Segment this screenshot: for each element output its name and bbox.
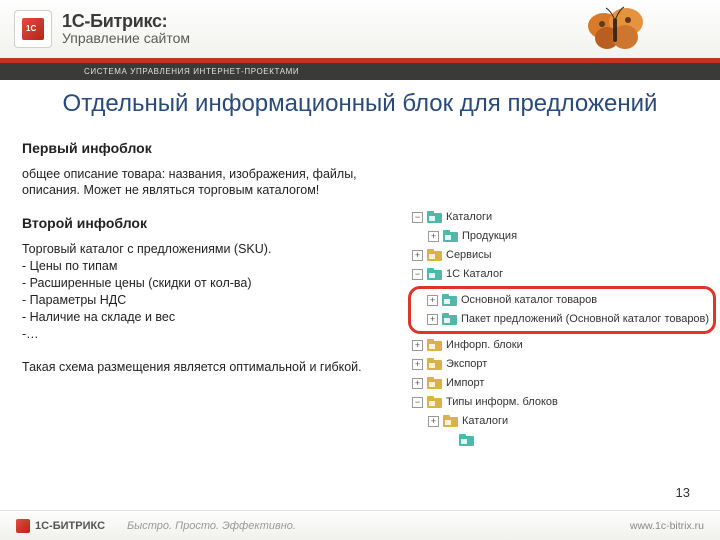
folder-icon: [443, 230, 458, 243]
logo-cube-icon: [22, 18, 44, 40]
brand-top: 1С-Битрикс:: [62, 12, 190, 31]
tree-label: Продукция: [462, 230, 517, 242]
sub-bar: СИСТЕМА УПРАВЛЕНИЯ ИНТЕРНЕТ-ПРОЕКТАМИ: [0, 63, 720, 80]
tree-label: Каталоги: [462, 415, 508, 427]
tree-row[interactable]: [412, 431, 712, 450]
folder-icon: [427, 377, 442, 390]
tree-label: Импорт: [446, 377, 484, 389]
paragraph-first: общее описание товара: названия, изображ…: [22, 166, 402, 200]
footer-logo: 1С-БИТРИКС: [16, 519, 105, 533]
folder-icon: [427, 211, 442, 224]
content-area: Первый инфоблок общее описание товара: н…: [0, 136, 720, 450]
tree-label: Основной каталог товаров: [461, 294, 597, 306]
collapse-icon[interactable]: −: [412, 269, 423, 280]
tree-label: Инфорп. блоки: [446, 339, 523, 351]
tree-row[interactable]: + Пакет предложений (Основной каталог тов…: [411, 310, 709, 329]
footer-bar: 1С-БИТРИКС Быстро. Просто. Эффективно. w…: [0, 510, 720, 540]
folder-icon: [427, 249, 442, 262]
tree-row[interactable]: − 1С Каталог: [412, 265, 712, 284]
tree-label: Типы информ. блоков: [446, 396, 558, 408]
tree-label: Экспорт: [446, 358, 487, 370]
folder-icon: [427, 268, 442, 281]
folder-icon: [427, 339, 442, 352]
footer-tagline: Быстро. Просто. Эффективно.: [127, 520, 296, 532]
tree-label: Пакет предложений (Основной каталог това…: [461, 313, 709, 325]
tree-row[interactable]: + Основной каталог товаров: [411, 291, 709, 310]
paragraph-summary: Такая схема размещения является оптималь…: [22, 359, 402, 376]
logo-box: [14, 10, 52, 48]
expand-icon[interactable]: +: [427, 295, 438, 306]
paragraph-second: Торговый каталог с предложениями (SKU). …: [22, 241, 402, 342]
tree-row[interactable]: + Инфорп. блоки: [412, 336, 712, 355]
folder-icon: [442, 313, 457, 326]
folder-icon: [442, 294, 457, 307]
expand-icon[interactable]: +: [412, 378, 423, 389]
tree-label: Сервисы: [446, 249, 492, 261]
expand-icon[interactable]: +: [427, 314, 438, 325]
tree-highlight-box: + Основной каталог товаров + Пакет предложе…: [408, 286, 716, 334]
slide-title: Отдельный информационный блок для предло…: [50, 90, 670, 118]
tree-label: Каталоги: [446, 211, 492, 223]
header-bar: 1С-Битрикс: Управление сайтом: [0, 0, 720, 58]
folder-icon: [427, 358, 442, 371]
folder-icon: [443, 415, 458, 428]
folder-icon: [427, 396, 442, 409]
heading-first: Первый инфоблок: [22, 140, 402, 156]
collapse-icon[interactable]: −: [412, 397, 423, 408]
footer-url: www.1c-bitrix.ru: [630, 520, 704, 532]
tree-panel: − Каталоги + Продукция + Сервисы − 1С Каталог + О…: [412, 136, 712, 450]
tree-row[interactable]: − Типы информ. блоков: [412, 393, 712, 412]
tree-row[interactable]: − Каталоги: [412, 208, 712, 227]
expander-blank: [444, 435, 455, 446]
butterfly-icon: [580, 4, 650, 54]
tree-row[interactable]: + Экспорт: [412, 355, 712, 374]
expand-icon[interactable]: +: [412, 340, 423, 351]
tree-row[interactable]: + Каталоги: [412, 412, 712, 431]
heading-second: Второй инфоблок: [22, 215, 402, 231]
folder-icon: [459, 434, 474, 447]
expand-icon[interactable]: +: [412, 250, 423, 261]
page-number: 13: [676, 485, 690, 500]
expand-icon[interactable]: +: [428, 231, 439, 242]
tree-row[interactable]: + Импорт: [412, 374, 712, 393]
footer-cube-icon: [16, 519, 30, 533]
tree-label: 1С Каталог: [446, 268, 503, 280]
expand-icon[interactable]: +: [412, 359, 423, 370]
tree-row[interactable]: + Продукция: [412, 227, 712, 246]
tree-row[interactable]: + Сервисы: [412, 246, 712, 265]
expand-icon[interactable]: +: [428, 416, 439, 427]
brand-text: 1С-Битрикс: Управление сайтом: [62, 12, 190, 46]
left-column: Первый инфоблок общее описание товара: н…: [22, 136, 412, 450]
brand-bottom: Управление сайтом: [62, 31, 190, 46]
footer-brand: 1С-БИТРИКС: [35, 520, 105, 532]
collapse-icon[interactable]: −: [412, 212, 423, 223]
